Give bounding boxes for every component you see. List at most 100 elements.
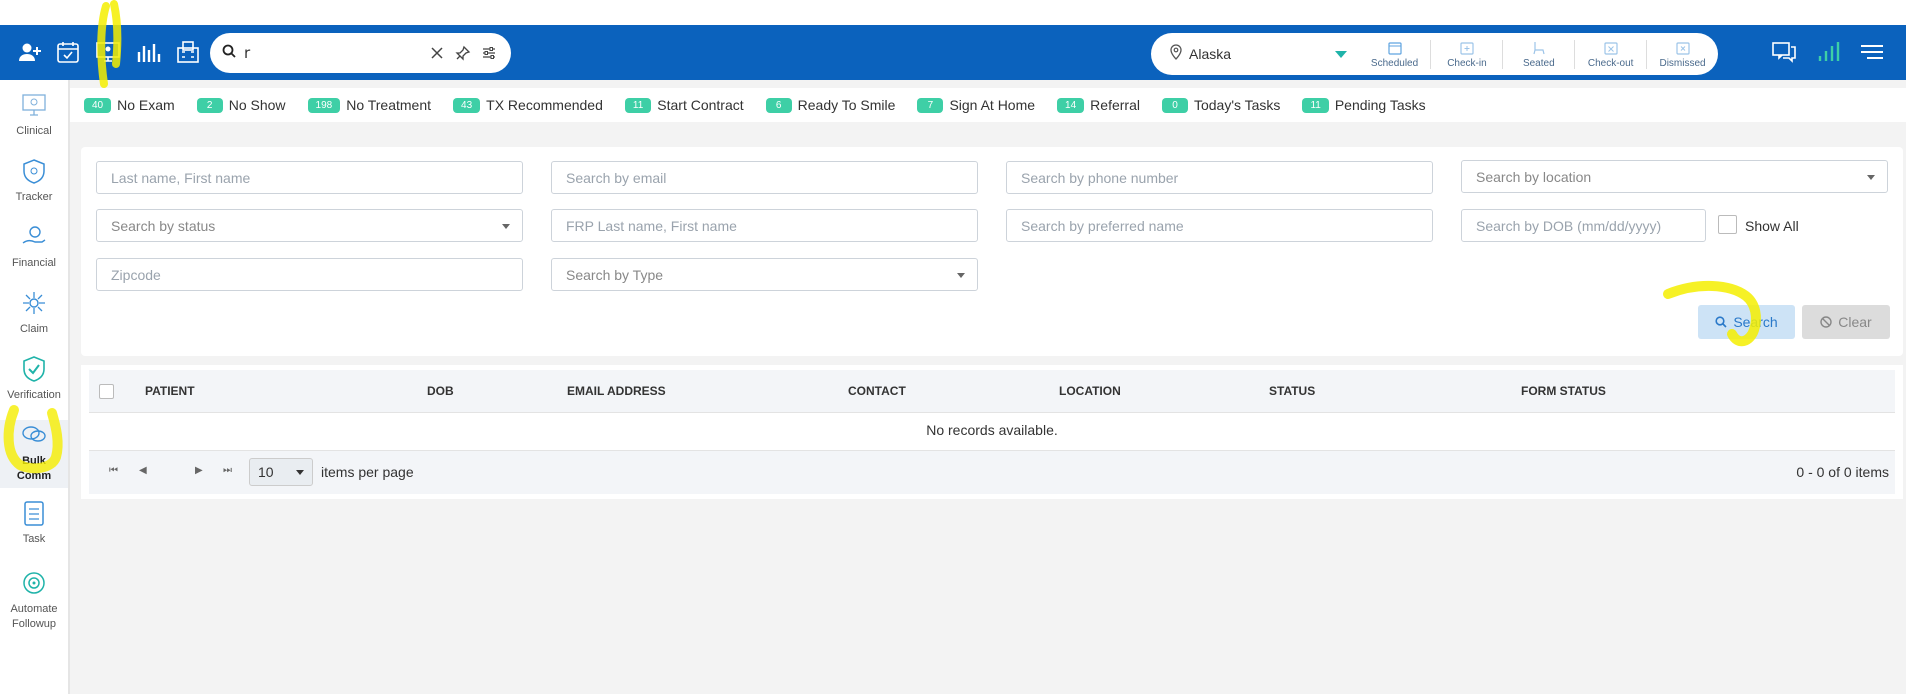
bar-chart-icon[interactable] xyxy=(134,39,162,65)
filter-panel: Last name, First name Search by email Se… xyxy=(81,147,1903,356)
chip-count: 11 xyxy=(624,97,652,113)
column-header[interactable]: CONTACT xyxy=(848,384,906,398)
sidebar-item-label: Automate Followup xyxy=(10,603,58,630)
calendar-check-icon[interactable] xyxy=(54,39,82,65)
location-selector[interactable]: Alaska Scheduled Check-in Seated Check-o… xyxy=(1151,33,1718,75)
menu-icon[interactable] xyxy=(1858,39,1886,65)
chip-start-contract[interactable]: 11 Start Contract xyxy=(624,97,744,113)
select-all-checkbox[interactable] xyxy=(99,384,114,399)
clear-button-label: Clear xyxy=(1838,314,1872,330)
ban-icon xyxy=(1820,316,1832,328)
chip-count: 0 xyxy=(1161,97,1188,113)
first-page-icon[interactable]: ⏮ xyxy=(109,465,118,476)
sidebar-item-verification[interactable]: Verification xyxy=(0,354,68,414)
search-button[interactable]: Search xyxy=(1698,305,1795,339)
prev-page-icon[interactable]: ◀ xyxy=(139,465,147,476)
email-field[interactable]: Search by email xyxy=(551,161,978,194)
column-header[interactable]: STATUS xyxy=(1269,384,1315,398)
sidebar-item-clinical[interactable]: Clinical xyxy=(0,90,68,150)
financial-icon xyxy=(19,222,49,252)
status-label: Seated xyxy=(1522,57,1555,69)
grid-header: PATIENT DOB EMAIL ADDRESS CONTACT LOCATI… xyxy=(89,370,1895,413)
sidebar-item-label: Financial xyxy=(11,257,57,269)
last-page-icon[interactable]: ⏭ xyxy=(223,465,232,476)
sidebar-item-task[interactable]: Task xyxy=(0,498,68,558)
chip-count: 43 xyxy=(453,97,481,113)
chevron-down-icon xyxy=(957,273,965,278)
chip-no-treatment[interactable]: 198 No Treatment xyxy=(307,97,431,113)
zipcode-field[interactable]: Zipcode xyxy=(96,258,523,291)
global-search[interactable]: r xyxy=(210,33,511,73)
top-bar: r Alaska Scheduled Check-in Seated Check… xyxy=(0,25,1906,80)
chevron-down-icon xyxy=(502,224,510,229)
add-user-icon[interactable] xyxy=(16,39,44,65)
search-input[interactable]: r xyxy=(244,44,421,62)
empty-message: No records available. xyxy=(926,422,1058,438)
chip-pending-tasks[interactable]: 11 Pending Tasks xyxy=(1302,97,1426,113)
pin-icon[interactable] xyxy=(453,43,473,63)
tracker-icon xyxy=(19,156,49,186)
page-size-value: 10 xyxy=(258,464,274,480)
status-check-in[interactable]: Check-in xyxy=(1430,39,1502,69)
next-page-icon[interactable]: ▶ xyxy=(195,465,203,476)
status-scheduled[interactable]: Scheduled xyxy=(1359,40,1431,69)
column-header[interactable]: PATIENT xyxy=(145,384,195,398)
sidebar-item-claim[interactable]: Claim xyxy=(0,288,68,348)
sidebar-item-automate-followup[interactable]: Automate Followup xyxy=(0,568,68,644)
column-header[interactable]: LOCATION xyxy=(1059,384,1121,398)
dob-field[interactable]: Search by DOB (mm/dd/yyyy) xyxy=(1461,209,1706,242)
search-icon xyxy=(1715,316,1727,328)
sidebar-item-label: Task xyxy=(22,533,46,545)
frp-name-field[interactable]: FRP Last name, First name xyxy=(551,209,978,242)
name-field[interactable]: Last name, First name xyxy=(96,161,523,194)
page-size-select[interactable]: 10 xyxy=(249,458,313,486)
sidebar-item-tracker[interactable]: Tracker xyxy=(0,156,68,216)
column-header[interactable]: EMAIL ADDRESS xyxy=(567,384,666,398)
status-check-out[interactable]: Check-out xyxy=(1574,39,1646,69)
pager: ⏮ ◀ ▶ ⏭ 10 items per page 0 - 0 of 0 ite… xyxy=(89,450,1895,494)
chip-no-exam[interactable]: 40 No Exam xyxy=(84,97,175,113)
chevron-down-icon[interactable] xyxy=(1334,50,1347,58)
chip-referral[interactable]: 14 Referral xyxy=(1057,97,1140,113)
type-select[interactable]: Search by Type xyxy=(551,258,978,291)
chip-label: Today's Tasks xyxy=(1193,97,1281,113)
sidebar-item-bulk-comm[interactable]: Bulk Comm xyxy=(0,420,68,488)
clear-button[interactable]: Clear xyxy=(1802,305,1890,339)
items-per-page-label: items per page xyxy=(321,464,414,480)
chip-sign-at-home[interactable]: 7 Sign At Home xyxy=(917,97,1035,113)
show-all-label: Show All xyxy=(1745,218,1799,234)
chip-no-show[interactable]: 2 No Show xyxy=(196,97,286,113)
sidebar-item-financial[interactable]: Financial xyxy=(0,222,68,282)
chevron-down-icon xyxy=(296,470,304,475)
status-select[interactable]: Search by status xyxy=(96,209,523,242)
chip-label: No Exam xyxy=(117,97,175,113)
chat-icon[interactable] xyxy=(1770,39,1798,65)
show-all-checkbox[interactable] xyxy=(1718,215,1737,234)
location-select[interactable]: Search by location xyxy=(1461,160,1888,193)
chip-label: TX Recommended xyxy=(486,97,603,113)
phone-field[interactable]: Search by phone number xyxy=(1006,161,1433,194)
filter-sliders-icon[interactable] xyxy=(479,43,499,63)
column-header[interactable]: FORM STATUS xyxy=(1521,384,1606,398)
close-icon[interactable] xyxy=(427,43,447,63)
chip-count: 7 xyxy=(917,97,944,113)
calendar-icon xyxy=(1387,41,1402,55)
chip-todays-tasks[interactable]: 0 Today's Tasks xyxy=(1161,97,1281,113)
column-header[interactable]: DOB xyxy=(427,384,454,398)
status-seated[interactable]: Seated xyxy=(1502,39,1574,69)
chip-tx-recommended[interactable]: 43 TX Recommended xyxy=(453,97,603,113)
chip-count: 11 xyxy=(1302,97,1329,113)
chip-ready-to-smile[interactable]: 6 Ready To Smile xyxy=(765,97,895,113)
building-icon[interactable] xyxy=(174,39,202,65)
chevron-down-icon xyxy=(1867,175,1875,180)
chip-count: 6 xyxy=(765,97,792,113)
monitor-icon[interactable] xyxy=(94,39,122,65)
chair-icon xyxy=(1533,41,1545,54)
preferred-name-field[interactable]: Search by preferred name xyxy=(1006,209,1433,242)
status-dismissed[interactable]: Dismissed xyxy=(1646,39,1718,69)
quick-filter-chips: 40 No Exam 2 No Show 198 No Treatment 43 TX … xyxy=(70,88,1906,122)
status-label: Dismissed xyxy=(1659,57,1706,69)
task-icon xyxy=(19,498,49,528)
location-select-label: Search by location xyxy=(1476,168,1592,185)
signal-icon[interactable] xyxy=(1814,39,1842,65)
